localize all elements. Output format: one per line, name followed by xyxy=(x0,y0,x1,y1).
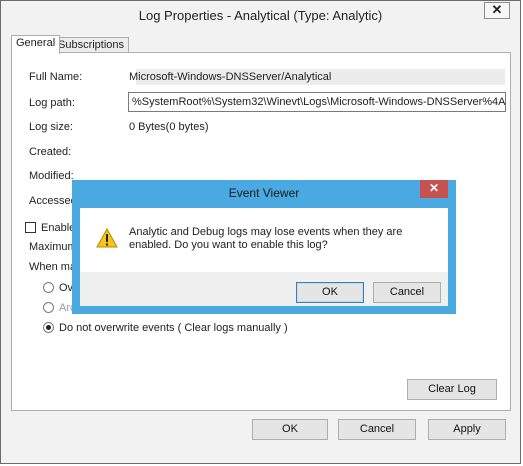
modified-label: Modified: xyxy=(29,170,74,182)
log-path-field[interactable]: %SystemRoot%\System32\Winevt\Logs\Micros… xyxy=(128,92,506,112)
created-label: Created: xyxy=(29,146,72,158)
window-title: Log Properties - Analytical (Type: Analy… xyxy=(138,8,383,23)
apply-button[interactable]: Apply xyxy=(428,419,506,440)
event-viewer-dialog: Event Viewer ✕ Analytic and Debug logs m… xyxy=(72,180,456,314)
log-size-value: 0 Bytes(0 bytes) xyxy=(129,121,209,133)
dialog-cancel-button[interactable]: Cancel xyxy=(373,282,441,303)
radio-do-not-overwrite-label: Do not overwrite events ( Clear logs man… xyxy=(59,322,288,334)
radio-overwrite-label: Ov xyxy=(59,282,74,294)
full-name-label: Full Name: xyxy=(29,71,83,83)
dialog-close-button[interactable]: ✕ xyxy=(420,180,448,198)
maximum-size-label: Maximum xyxy=(29,241,77,253)
dialog-body: Analytic and Debug logs may lose events … xyxy=(80,208,448,272)
radio-overwrite[interactable] xyxy=(43,282,54,293)
full-name-value: Microsoft-Windows-DNSServer/Analytical xyxy=(129,71,332,83)
radio-do-not-overwrite[interactable] xyxy=(43,322,54,333)
log-size-label: Log size: xyxy=(29,121,74,133)
enable-logging-checkbox[interactable] xyxy=(25,222,36,233)
dialog-message: Analytic and Debug logs may lose events … xyxy=(129,226,403,251)
dialog-footer: OK Cancel xyxy=(80,272,448,306)
tab-general[interactable]: General xyxy=(11,35,61,54)
clear-log-button[interactable]: Clear Log xyxy=(407,379,497,400)
ok-button[interactable]: OK xyxy=(252,419,328,440)
warning-icon xyxy=(96,228,118,248)
window-close-button[interactable]: ✕ xyxy=(484,2,510,19)
log-path-label: Log path: xyxy=(29,97,75,109)
tab-subscriptions[interactable]: Subscriptions xyxy=(53,37,130,53)
radio-archive[interactable] xyxy=(43,302,54,313)
cancel-button[interactable]: Cancel xyxy=(338,419,416,440)
dialog-title: Event Viewer xyxy=(228,186,300,200)
when-max-label: When ma xyxy=(29,261,77,273)
dialog-ok-button[interactable]: OK xyxy=(296,282,364,303)
title-bar: Log Properties - Analytical (Type: Analy… xyxy=(1,1,520,31)
